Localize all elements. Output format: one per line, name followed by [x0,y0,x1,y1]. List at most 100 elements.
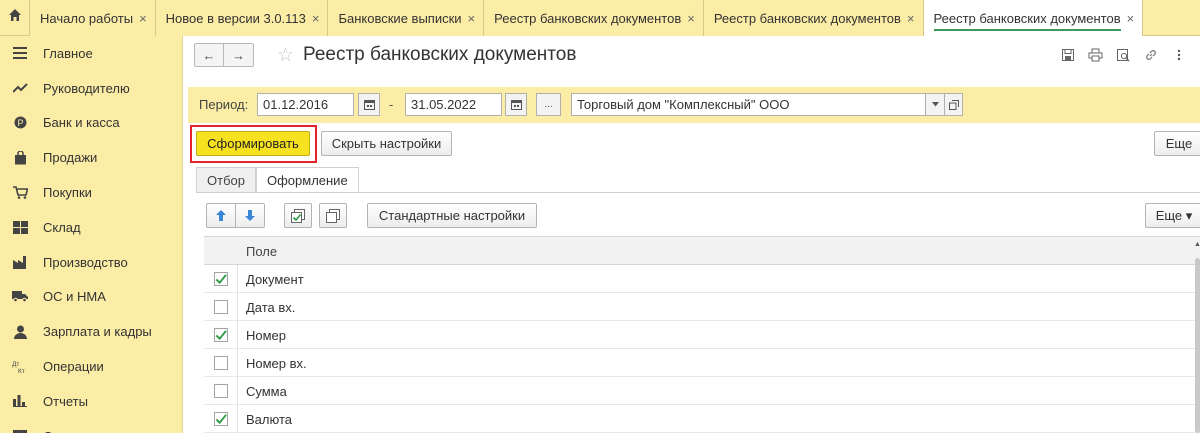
forward-button[interactable]: → [224,43,254,67]
tab-label: Реестр банковских документов [494,10,682,26]
sidebar-item-label: Продажи [43,150,98,166]
calendar-from-button[interactable] [358,93,380,116]
scroll-thumb[interactable] [1195,258,1200,433]
sidebar-item-label: Производство [43,254,128,270]
close-icon[interactable]: × [907,11,915,26]
tab-3[interactable]: Банковские выписки × [328,0,485,36]
table-row[interactable]: Документ [204,265,1200,293]
chevron-down-icon [931,102,939,107]
table-header: Поле [204,237,1200,265]
organization-dropdown-button[interactable] [926,93,945,116]
dt-kt-icon: Дт Кт [10,360,30,374]
fields-table: Поле Документ Дата вх. Номер Номер вх. Сумма… [204,236,1200,433]
period-select-button[interactable]: ... [536,93,561,116]
calendar-icon [363,100,375,110]
settings-tab-2[interactable]: Оформление [255,167,359,193]
sidebar-item-7[interactable]: Производство [0,245,182,280]
checkbox-unchecked[interactable] [214,300,228,314]
scroll-up-icon[interactable]: ▲ [1194,241,1200,248]
vertical-scrollbar[interactable]: ▲ [1194,238,1200,433]
period-to-field[interactable]: 31.05.2022 [405,93,502,116]
trend-icon [10,83,30,93]
sidebar-item-1[interactable]: Главное [0,36,182,71]
field-label: Валюта [246,412,292,427]
field-label: Сумма [246,384,287,399]
more-vertical-icon[interactable] [1170,46,1188,64]
preview-icon[interactable] [1114,46,1132,64]
checkbox-unchecked[interactable] [214,384,228,398]
close-icon[interactable]: × [468,11,476,26]
close-icon[interactable]: × [312,11,320,26]
table-row[interactable]: Номер вх. [204,349,1200,377]
save-icon[interactable] [1059,46,1077,64]
print-icon[interactable] [1086,46,1104,64]
sidebar-item-10[interactable]: Дт Кт Операции [0,349,182,384]
sidebar-item-3[interactable]: P Банк и касса [0,106,182,141]
move-up-button[interactable] [206,203,236,228]
check-all-button[interactable] [284,203,312,228]
more-dropdown-button[interactable]: Еще ▾ [1145,203,1200,228]
tab-2[interactable]: Новое в версии 3.0.113 × [155,0,329,36]
tab-label: Начало работы [40,10,134,26]
checkmark-icon [215,274,227,285]
table-row[interactable]: Сумма [204,377,1200,405]
close-icon[interactable]: × [139,11,147,26]
period-from-field[interactable]: 01.12.2016 [257,93,354,116]
table-row[interactable]: Дата вх. [204,293,1200,321]
sidebar-item-9[interactable]: Зарплата и кадры [0,314,182,349]
tab-4[interactable]: Реестр банковских документов × [484,0,704,36]
truck-icon [10,291,30,303]
arrow-up-icon [216,210,226,221]
svg-text:P: P [17,118,23,128]
svg-text:Кт: Кт [18,368,25,374]
hide-settings-button[interactable]: Скрыть настройки [321,131,452,156]
standard-settings-button[interactable]: Стандартные настройки [367,203,537,228]
sidebar-item-4[interactable]: Продажи [0,140,182,175]
sidebar-item-2[interactable]: Руководителю [0,71,182,106]
checkbox-checked[interactable] [214,272,228,286]
tab-strip: Начало работы × Новое в версии 3.0.113 × Бан… [0,0,1200,36]
generate-button[interactable]: Сформировать [196,131,310,156]
back-button[interactable]: ← [194,43,224,67]
tab-1[interactable]: Начало работы × [30,0,156,36]
more-button[interactable]: Еще [1154,131,1200,156]
menu-icon [10,47,30,60]
bar-chart-icon [10,395,30,408]
field-label: Номер вх. [246,356,307,371]
sidebar-item-12[interactable]: Справочники [0,419,182,433]
checkbox-unchecked[interactable] [214,356,228,370]
bag-icon [10,150,30,165]
settings-tabs: Отбор Оформление [196,167,359,193]
sidebar-item-label: Склад [43,219,81,235]
check-all-icon [291,208,305,223]
organization-open-button[interactable] [944,93,963,116]
field-label: Дата вх. [246,300,296,315]
home-tab[interactable] [0,0,30,35]
tab-5[interactable]: Реестр банковских документов × [703,0,924,36]
checkbox-checked[interactable] [214,328,228,342]
table-row[interactable]: Валюта [204,405,1200,433]
uncheck-all-button[interactable] [319,203,347,228]
sidebar-item-label: Зарплата и кадры [43,324,152,340]
checkmark-icon [215,414,227,425]
sidebar-item-8[interactable]: ОС и НМА [0,280,182,315]
close-icon[interactable]: × [1127,11,1135,26]
table-row[interactable]: Номер [204,321,1200,349]
move-down-button[interactable] [235,203,265,228]
link-icon[interactable] [1142,46,1160,64]
sidebar-item-6[interactable]: Склад [0,210,182,245]
calendar-to-button[interactable] [505,93,527,116]
open-tabs: Начало работы × Новое в версии 3.0.113 × Бан… [30,0,1144,36]
checkbox-checked[interactable] [214,412,228,426]
sidebar-item-5[interactable]: Покупки [0,175,182,210]
settings-tab-1[interactable]: Отбор [196,167,256,193]
arrow-left-icon: ← [202,47,216,63]
tab-label: Реестр банковских документов [713,10,901,26]
organization-field[interactable]: Торговый дом "Комплексный" ООО [571,93,926,116]
close-icon[interactable]: × [687,11,695,26]
tab-label: Новое в версии 3.0.113 [165,10,306,26]
sidebar-item-label: ОС и НМА [43,289,106,305]
tab-6[interactable]: Реестр банковских документов × [923,0,1144,36]
favorite-star-icon[interactable]: ☆ [277,44,294,67]
sidebar-item-11[interactable]: Отчеты [0,384,182,419]
